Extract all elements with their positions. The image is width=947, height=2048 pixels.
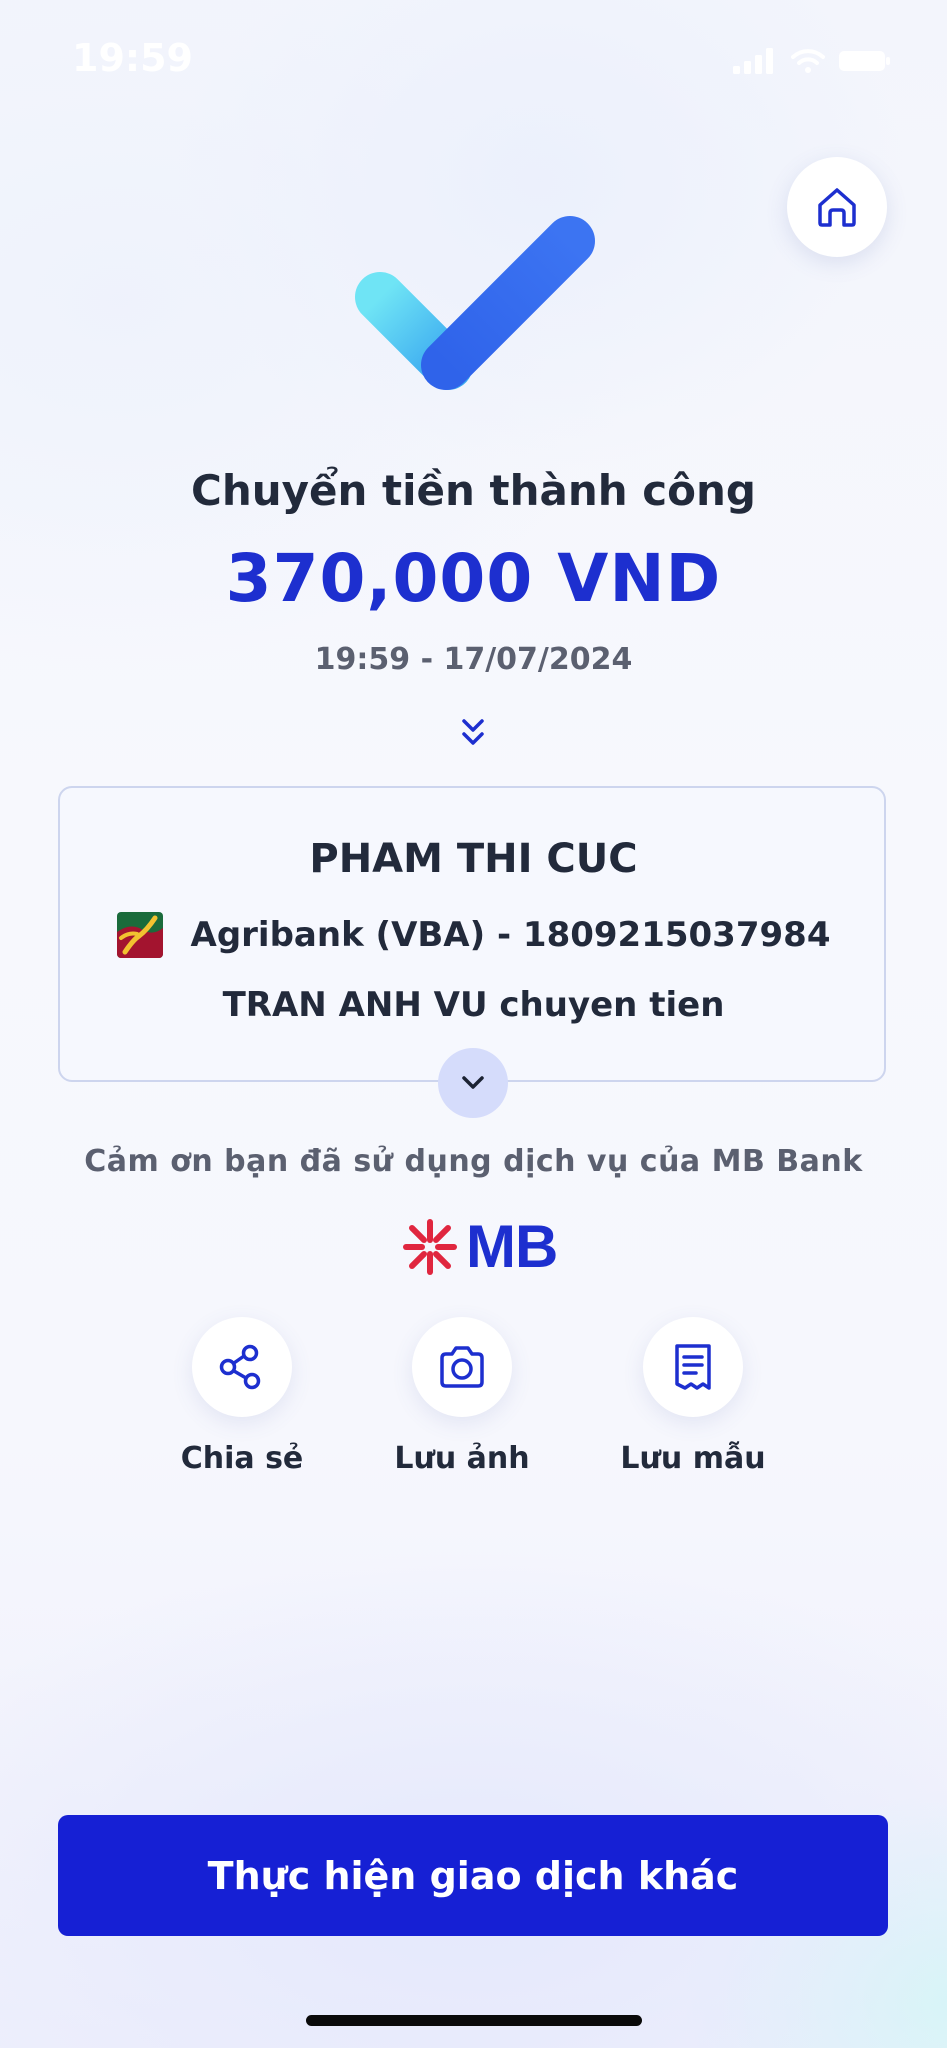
share-circle[interactable]: [192, 1317, 292, 1417]
mb-star-icon: [403, 1218, 457, 1275]
transfer-amount: 370,000 VND: [225, 540, 722, 617]
save-template-circle[interactable]: [643, 1317, 743, 1417]
mb-bank-logo: MB: [400, 1212, 558, 1281]
share-icon: [219, 1344, 261, 1390]
receipt-icon: [675, 1344, 711, 1390]
wifi-icon: [791, 49, 825, 73]
battery-icon: [839, 51, 890, 71]
camera-icon: [440, 1346, 484, 1388]
agribank-logo-icon: [116, 912, 163, 958]
success-check-icon: [355, 216, 595, 390]
mb-wordmark: MB: [466, 1213, 558, 1280]
share-label: Chia sẻ: [180, 1441, 304, 1476]
signal-icon: [733, 48, 773, 74]
transfer-datetime: 19:59 - 17/07/2024: [314, 642, 633, 677]
recipient-bank-account: Agribank (VBA) - 1809215037984: [190, 915, 831, 955]
new-transaction-button[interactable]: Thực hiện giao dịch khác: [58, 1815, 888, 1936]
expand-details-button[interactable]: [438, 1048, 508, 1118]
recipient-bank-row: Agribank (VBA) - 1809215037984: [0, 912, 947, 958]
home-button[interactable]: [787, 157, 887, 257]
save-image-label: Lưu ảnh: [394, 1441, 530, 1476]
home-icon: [818, 188, 856, 227]
chevron-down-icon: [462, 1076, 484, 1089]
recipient-name: PHAM THI CUC: [309, 836, 638, 882]
thanks-message: Cảm ơn bạn đã sử dụng dịch vụ của MB Ban…: [84, 1144, 863, 1179]
double-chevron-down-icon: [462, 719, 484, 745]
save-template-button[interactable]: Lưu mẫu: [583, 1317, 803, 1476]
home-indicator[interactable]: [306, 2015, 642, 2026]
transfer-success-title: Chuyển tiền thành công: [191, 466, 756, 515]
status-time: 19:59: [72, 36, 193, 80]
share-button[interactable]: Chia sẻ: [132, 1317, 352, 1476]
save-template-label: Lưu mẫu: [620, 1441, 766, 1476]
save-image-button[interactable]: Lưu ảnh: [352, 1317, 572, 1476]
save-image-circle[interactable]: [412, 1317, 512, 1417]
status-icons: [733, 48, 891, 74]
transfer-memo: TRAN ANH VU chuyen tien: [222, 985, 725, 1025]
